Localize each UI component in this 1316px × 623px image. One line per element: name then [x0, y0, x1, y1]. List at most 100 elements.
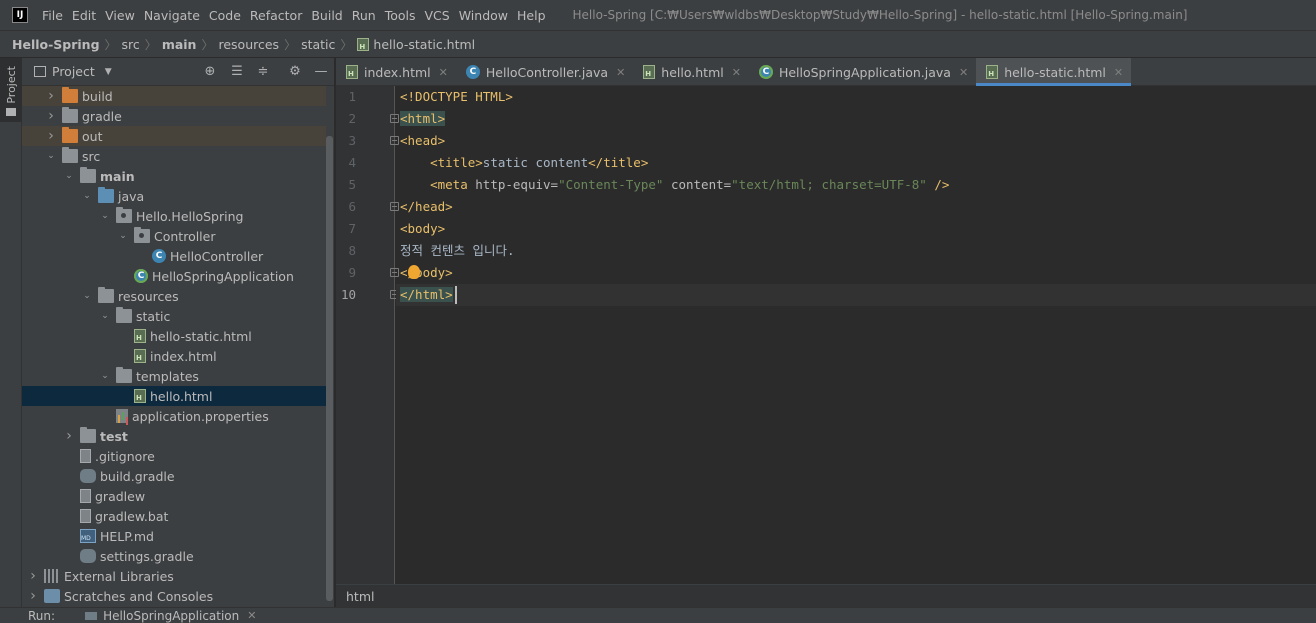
close-icon[interactable]: ✕: [959, 66, 968, 79]
code-line[interactable]: 정적 컨텐츠 입니다.: [400, 240, 515, 262]
editor-tab[interactable]: C HelloSpringApplication.java ✕: [749, 58, 976, 86]
tree-node[interactable]: C HelloController: [22, 246, 326, 266]
menu-item-navigate[interactable]: Navigate: [144, 8, 200, 23]
close-icon[interactable]: ✕: [732, 66, 741, 79]
chevron-down-icon[interactable]: ⌄: [100, 211, 110, 221]
tree-node[interactable]: settings.gradle: [22, 546, 326, 566]
tree-node[interactable]: build.gradle: [22, 466, 326, 486]
menu-item-refactor[interactable]: Refactor: [250, 8, 302, 23]
fold-marker-icon[interactable]: [390, 136, 399, 145]
gear-icon[interactable]: ⚙: [287, 64, 303, 80]
tree-node[interactable]: HELP.md: [22, 526, 326, 546]
chevron-right-icon[interactable]: ›: [46, 89, 56, 103]
tree-node[interactable]: .gitignore: [22, 446, 326, 466]
menu-item-help[interactable]: Help: [517, 8, 546, 23]
code-editor[interactable]: 1 2 3 4 5 6 7 8 9 10 <!DOCTYPE HTML> <html> <head…: [336, 86, 1316, 584]
tool-window-tab-project[interactable]: Project: [0, 58, 22, 122]
chevron-right-icon[interactable]: ›: [46, 129, 56, 143]
menu-item-edit[interactable]: Edit: [72, 8, 96, 23]
tree-node[interactable]: ⌄ Controller: [22, 226, 326, 246]
breadcrumb-item[interactable]: static: [301, 37, 335, 52]
editor-tab[interactable]: C HelloController.java ✕: [456, 58, 633, 86]
tree-node[interactable]: ⌄ java: [22, 186, 326, 206]
chevron-down-icon[interactable]: ⌄: [46, 151, 56, 161]
tree-node[interactable]: application.properties: [22, 406, 326, 426]
breadcrumb-item[interactable]: src: [122, 37, 140, 52]
fold-marker-icon[interactable]: [390, 202, 399, 211]
code-line[interactable]: <title>static content</title>: [400, 152, 648, 174]
close-icon[interactable]: ✕: [439, 66, 448, 79]
menu-item-vcs[interactable]: VCS: [425, 8, 450, 23]
tree-node[interactable]: › gradle: [22, 106, 326, 126]
tree-node[interactable]: ⌄ main: [22, 166, 326, 186]
tree-node[interactable]: › Scratches and Consoles: [22, 586, 326, 606]
chevron-down-icon[interactable]: ▼: [105, 67, 112, 77]
chevron-down-icon[interactable]: ⌄: [118, 231, 128, 241]
editor-breadcrumb-item[interactable]: html: [346, 589, 374, 604]
collapse-all-icon[interactable]: ≑: [255, 64, 271, 80]
run-config-tab[interactable]: HelloSpringApplication ✕: [85, 609, 256, 623]
chevron-down-icon[interactable]: ⌄: [82, 291, 92, 301]
tree-node[interactable]: ⌄ src: [22, 146, 326, 166]
menu-item-view[interactable]: View: [105, 8, 135, 23]
locate-file-icon[interactable]: ⊕: [202, 64, 218, 80]
minimize-icon[interactable]: —: [313, 64, 329, 80]
project-view-selector[interactable]: Project: [52, 64, 95, 79]
menu-item-build[interactable]: Build: [311, 8, 342, 23]
lightbulb-icon[interactable]: [408, 265, 420, 279]
chevron-right-icon[interactable]: ›: [28, 589, 38, 603]
close-icon[interactable]: ✕: [247, 609, 256, 622]
code-line[interactable]: <head>: [400, 130, 445, 152]
menu-item-window[interactable]: Window: [459, 8, 508, 23]
tree-node[interactable]: C HelloSpringApplication: [22, 266, 326, 286]
tree-node[interactable]: › test: [22, 426, 326, 446]
fold-marker-icon[interactable]: [390, 114, 399, 123]
tree-node[interactable]: › out: [22, 126, 326, 146]
menu-item-run[interactable]: Run: [352, 8, 376, 23]
attribute-token: content=: [663, 177, 732, 192]
editor-tab[interactable]: hello-static.html ✕: [976, 58, 1132, 86]
tree-node[interactable]: ⌄ templates: [22, 366, 326, 386]
tree-node[interactable]: ⌄ resources: [22, 286, 326, 306]
code-line[interactable]: <meta http-equiv="Content-Type" content=…: [400, 174, 949, 196]
tree-node-label: HelloSpringApplication: [152, 268, 294, 284]
close-icon[interactable]: ✕: [1114, 66, 1123, 79]
close-icon[interactable]: ✕: [616, 66, 625, 79]
expand-all-icon[interactable]: ☰: [229, 64, 245, 80]
code-line[interactable]: <!DOCTYPE HTML>: [400, 86, 513, 108]
menu-item-file[interactable]: File: [42, 8, 63, 23]
menu-item-code[interactable]: Code: [209, 8, 241, 23]
chevron-right-icon[interactable]: ›: [46, 109, 56, 123]
chevron-right-icon[interactable]: ›: [28, 569, 38, 583]
chevron-right-icon[interactable]: ›: [64, 429, 74, 443]
tree-scrollbar[interactable]: [326, 86, 334, 607]
code-line[interactable]: <html>: [400, 108, 446, 130]
tree-node[interactable]: hello-static.html: [22, 326, 326, 346]
tree-node-label: templates: [136, 368, 199, 384]
scrollbar-thumb[interactable]: [326, 136, 333, 601]
fold-marker-icon[interactable]: [390, 268, 399, 277]
chevron-down-icon[interactable]: ⌄: [82, 191, 92, 201]
tree-node[interactable]: ⌄ static: [22, 306, 326, 326]
breadcrumb-item[interactable]: main: [162, 37, 197, 52]
breadcrumb-item[interactable]: Hello-Spring: [12, 37, 100, 52]
chevron-down-icon[interactable]: ⌄: [100, 311, 110, 321]
tree-node[interactable]: ⌄ Hello.HelloSpring: [22, 206, 326, 226]
chevron-down-icon[interactable]: ⌄: [64, 171, 74, 181]
tree-node[interactable]: index.html: [22, 346, 326, 366]
tree-node[interactable]: hello.html: [22, 386, 326, 406]
breadcrumb-item[interactable]: hello-static.html: [357, 37, 475, 52]
code-line[interactable]: </head>: [400, 196, 453, 218]
intellij-logo-icon[interactable]: IJ: [12, 7, 28, 23]
menu-item-tools[interactable]: Tools: [385, 8, 416, 23]
code-line[interactable]: </html>: [400, 284, 453, 306]
tree-node[interactable]: gradlew.bat: [22, 506, 326, 526]
tree-node[interactable]: › build: [22, 86, 326, 106]
editor-tab[interactable]: index.html ✕: [336, 58, 456, 86]
tree-node[interactable]: gradlew: [22, 486, 326, 506]
chevron-down-icon[interactable]: ⌄: [100, 371, 110, 381]
editor-tab[interactable]: hello.html ✕: [633, 58, 749, 86]
breadcrumb-item[interactable]: resources: [218, 37, 279, 52]
code-line[interactable]: <body>: [400, 218, 445, 240]
tree-node[interactable]: › External Libraries: [22, 566, 326, 586]
